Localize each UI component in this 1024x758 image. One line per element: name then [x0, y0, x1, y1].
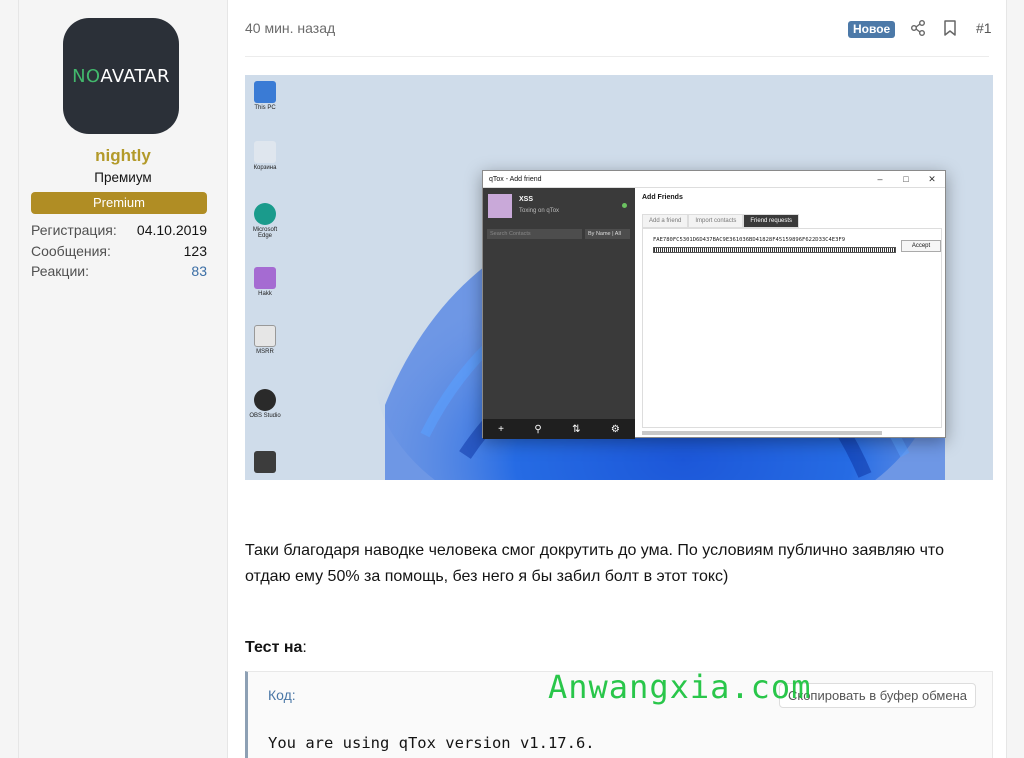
tab-import-contacts[interactable]: Import contacts — [688, 214, 744, 228]
desktop-icon-obs[interactable]: OBS Studio — [249, 389, 281, 419]
bottom-toolbar: + ⚲ ⇅ ⚙ — [483, 419, 635, 439]
desktop-icon-label: Hakk — [258, 291, 272, 297]
desktop-icon-app[interactable]: Hakk — [249, 267, 281, 297]
avatar-avatar-text: AVATAR — [100, 65, 170, 87]
obs-icon — [254, 389, 276, 411]
tab-friend-requests[interactable]: Friend requests — [743, 214, 800, 228]
new-badge: Новое — [848, 21, 896, 38]
stat-row-registration: Регистрация: 04.10.2019 — [31, 220, 207, 241]
post-time[interactable]: 40 мин. назад — [245, 20, 335, 36]
minimize-icon[interactable]: – — [867, 174, 893, 184]
stat-label: Реакции: — [31, 263, 89, 279]
edge-icon — [254, 203, 276, 225]
horizontal-scrollbar[interactable] — [642, 431, 882, 435]
desktop-icon-label: Корзина — [253, 165, 277, 171]
header-divider — [245, 56, 989, 57]
tab-add-friend[interactable]: Add a friend — [642, 214, 689, 228]
maximize-icon[interactable]: □ — [893, 174, 919, 184]
desktop-icon-edge[interactable]: Microsoft Edge — [249, 203, 281, 239]
user-sidebar: NO AVATAR nightly Премиум Premium Регистр… — [18, 0, 238, 758]
friend-request-id: FAE780FC5301D6D437BAC9E361036BD41828F451… — [653, 237, 846, 243]
desktop-icon-msrr[interactable]: MSRR — [249, 325, 281, 355]
avatar-no-text: NO — [72, 65, 101, 87]
contacts-panel: XSS Toxing on qTox Search Contacts By Na… — [483, 188, 635, 439]
desktop-icon-label: Microsoft Edge — [252, 227, 278, 239]
stat-row-reactions: Реакции: 83 — [31, 261, 207, 282]
settings-icon[interactable]: ⚙ — [611, 424, 620, 435]
stat-row-messages: Сообщения: 123 — [31, 241, 207, 262]
test-heading-text: Тест на — [245, 639, 303, 656]
post-number[interactable]: #1 — [976, 20, 992, 36]
contact-name: XSS — [519, 196, 534, 203]
add-friends-heading: Add Friends — [642, 194, 683, 201]
contact-status: Toxing on qTox — [519, 208, 560, 214]
stat-value-link[interactable]: 83 — [191, 261, 207, 282]
share-icon[interactable] — [908, 18, 928, 38]
test-heading-colon: : — [302, 639, 307, 656]
desktop-icon-label: OBS Studio — [249, 413, 281, 419]
monitor-icon — [254, 81, 276, 103]
stat-value: 123 — [183, 242, 207, 259]
avatar[interactable]: NO AVATAR — [63, 18, 179, 134]
sort-filter[interactable]: By Name | All — [585, 229, 630, 239]
page: NO AVATAR nightly Премиум Premium Регистр… — [0, 0, 1024, 758]
window-title: qTox - Add friend — [489, 175, 542, 183]
user-stats: Регистрация: 04.10.2019 Сообщения: 123 Реа… — [31, 220, 207, 282]
stat-value: 04.10.2019 — [136, 222, 207, 238]
watermark: Anwangxia.com — [548, 668, 812, 706]
desktop-icon-recycle-bin[interactable]: Корзина — [249, 141, 281, 171]
add-friends-panel: Add Friends Add a friend Import contacts… — [638, 188, 944, 439]
desktop-icon-lock[interactable] — [249, 451, 281, 475]
qtox-window: qTox - Add friend – □ ✕ XSS Toxing on qT… — [482, 170, 946, 439]
add-friends-tabs: Add a friend Import contacts Friend requ… — [642, 214, 800, 228]
desktop-icon-this-pc[interactable]: This PC — [249, 81, 281, 111]
code-label: Код: — [268, 687, 296, 703]
add-icon[interactable]: + — [498, 424, 504, 435]
post-body: Таки благодаря наводке человека смог док… — [245, 542, 944, 585]
stat-label: Регистрация: — [31, 222, 117, 238]
attached-screenshot[interactable]: This PC Корзина Microsoft Edge Hakk MSRR… — [245, 75, 993, 480]
stat-label: Сообщения: — [31, 242, 111, 259]
bookmark-icon[interactable] — [940, 18, 960, 38]
premium-badge: Premium — [31, 192, 207, 214]
pen-icon — [254, 325, 276, 347]
accept-button[interactable]: Accept — [901, 240, 941, 252]
user-title: Премиум — [94, 170, 152, 185]
friend-request-message — [653, 247, 896, 253]
profile-avatar[interactable] — [488, 194, 512, 218]
group-icon[interactable]: ⚲ — [534, 424, 541, 435]
online-status-icon[interactable] — [622, 203, 627, 208]
window-titlebar: qTox - Add friend – □ ✕ — [483, 171, 945, 188]
test-heading: Тест на: — [245, 639, 307, 657]
transfer-icon[interactable]: ⇅ — [572, 424, 580, 435]
message-main: 40 мин. назад Новое #1 This PC Корзина M… — [227, 0, 1007, 758]
username[interactable]: nightly — [19, 146, 227, 166]
search-contacts-input[interactable]: Search Contacts — [487, 229, 582, 239]
recycle-bin-icon — [254, 141, 276, 163]
friend-request-list: FAE780FC5301D6D437BAC9E361036BD41828F451… — [642, 228, 942, 428]
code-line: You are using qTox version v1.17.6. — [268, 734, 595, 752]
desktop-icon-label: MSRR — [256, 349, 274, 355]
desktop-icon-label: This PC — [254, 105, 276, 111]
app-icon — [254, 267, 276, 289]
close-icon[interactable]: ✕ — [919, 174, 945, 185]
lock-icon — [254, 451, 276, 473]
